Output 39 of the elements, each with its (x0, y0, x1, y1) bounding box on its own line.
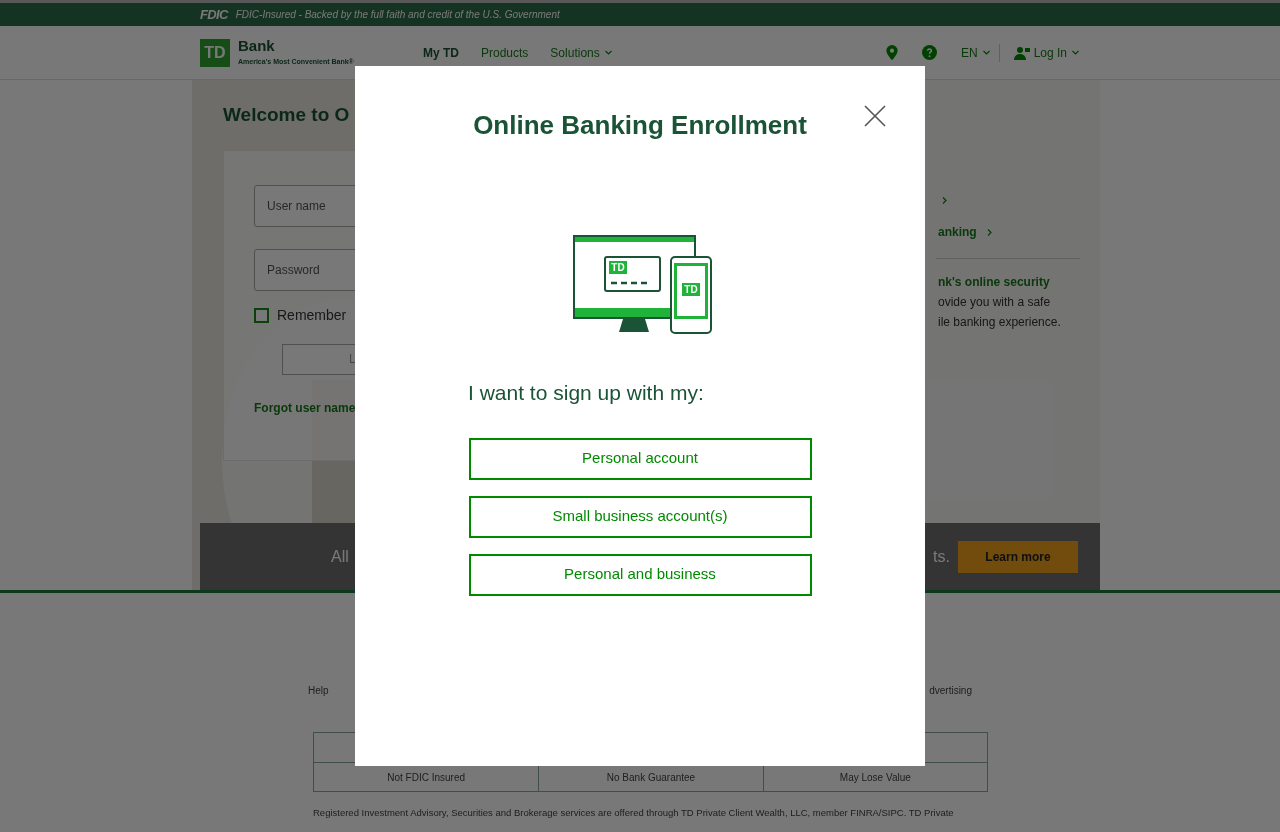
location-pin-icon[interactable] (885, 45, 898, 60)
user-lock-icon (1013, 45, 1030, 60)
account-option-button[interactable]: Personal account (468, 437, 812, 480)
remember-checkbox[interactable] (254, 307, 269, 323)
chevron-down-icon (981, 48, 991, 57)
login-menu[interactable]: Log In (1013, 43, 1080, 62)
close-button[interactable] (864, 105, 886, 127)
remember-label: Remember (277, 305, 347, 325)
account-option-button[interactable]: Small business account(s) (468, 495, 812, 538)
signup-prompt: I want to sign up with my: (468, 380, 704, 406)
nav-link[interactable]: Products (481, 43, 529, 62)
chevron-down-icon (1071, 48, 1080, 57)
td-mark: TD (684, 284, 698, 295)
nav-link[interactable]: My TD (423, 43, 459, 62)
fdic-logo: FDIC (200, 5, 228, 24)
security-text: ovide you with a safe (938, 294, 1052, 311)
footer-link[interactable]: dvertising (929, 683, 972, 698)
chevron-right-icon (940, 196, 949, 205)
td-logo[interactable]: TD (200, 38, 230, 67)
help-icon[interactable] (921, 45, 937, 60)
chevron-down-icon (603, 48, 613, 57)
account-option-button[interactable]: Personal and business (468, 553, 812, 596)
welcome-title: Welcome to O (223, 103, 350, 127)
td-mark: TD (611, 262, 625, 273)
language-menu[interactable]: EN (960, 43, 1000, 62)
banner-text: All (331, 546, 349, 567)
disclaimer-text: Registered Investment Advisory, Securities and Brokerage services are offered through TD Private Client Wealth, LLC, member FINRA/SIPC. TD Private (313, 806, 955, 820)
brand-name: Bank (238, 37, 276, 53)
security-title: nk's online security (938, 274, 1051, 291)
table-cell-text: Not FDIC Insured (386, 770, 467, 785)
dialog-title: Online Banking Enrollment (473, 109, 807, 142)
nav-link[interactable]: Solutions (550, 43, 613, 62)
close-icon (864, 105, 886, 127)
footer-link[interactable]: Help (308, 683, 329, 698)
fdic-text: FDIC-Insured - Backed by the full faith and credit of the U.S. Government (235, 8, 560, 22)
side-link[interactable]: anking (938, 223, 1100, 241)
banner-text: ts. (933, 546, 950, 567)
security-text: ile banking experience. (938, 314, 1062, 331)
learn-more-button[interactable]: Learn more (958, 540, 1078, 573)
